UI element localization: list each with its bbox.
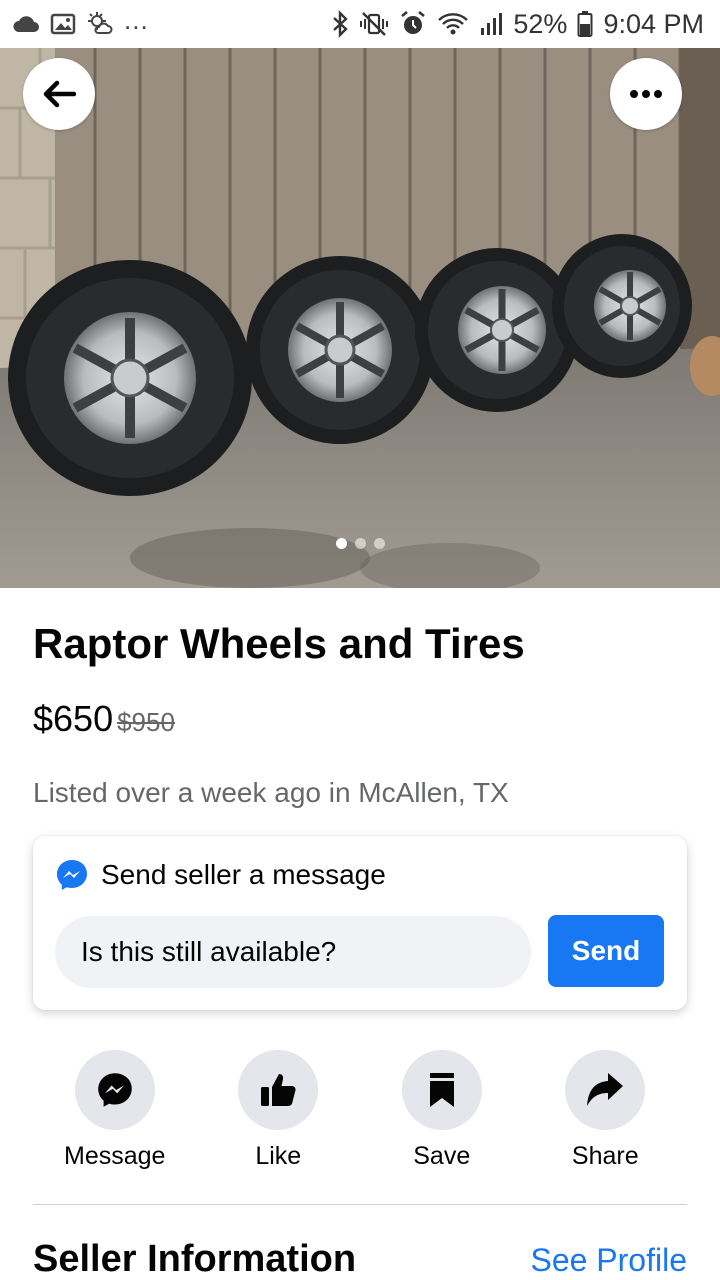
share-icon [587, 1073, 624, 1106]
tire-3 [415, 248, 579, 412]
save-action[interactable]: Save [360, 1050, 524, 1171]
seller-info-heading: Seller Information [33, 1238, 357, 1280]
signal-icon [481, 13, 503, 35]
listing-price: $650 [33, 698, 114, 739]
tire-1 [8, 260, 252, 496]
carousel-indicator [0, 538, 720, 549]
message-input[interactable] [55, 916, 531, 988]
tire-4 [552, 234, 692, 378]
message-action-button[interactable] [74, 1050, 155, 1130]
carousel-dot[interactable] [373, 538, 385, 549]
alarm-icon [401, 11, 426, 34]
listing-meta: Listed over a week ago in McAllen, TX [33, 777, 509, 808]
like-action[interactable]: Like [197, 1050, 361, 1171]
status-right: 52% 9:04 PM [331, 9, 704, 40]
listing-title: Raptor Wheels and Tires [33, 620, 525, 667]
message-card-title: Send seller a message [101, 859, 386, 890]
carousel-dot[interactable] [354, 538, 366, 549]
more-icon [630, 90, 662, 98]
send-button[interactable]: Send [548, 915, 664, 987]
image-icon [50, 13, 76, 35]
message-action-label: Message [64, 1142, 166, 1170]
share-action-label: Share [571, 1142, 639, 1170]
thumbs-up-icon [261, 1074, 296, 1106]
like-action-label: Like [255, 1142, 302, 1170]
message-action[interactable]: Message [33, 1050, 197, 1171]
more-options-button[interactable] [610, 58, 682, 130]
clock: 9:04 PM [603, 8, 704, 39]
cloud-icon [13, 16, 39, 32]
bluetooth-icon [333, 10, 349, 38]
price-row: $650 $950 [33, 698, 175, 740]
message-seller-card: Send seller a message Send [33, 836, 687, 1010]
share-action-button[interactable] [565, 1050, 646, 1130]
back-button[interactable] [23, 58, 95, 130]
listing-photo [0, 48, 720, 588]
back-arrow-icon [43, 80, 76, 108]
messenger-icon [57, 860, 87, 890]
wifi-icon [438, 13, 469, 35]
see-profile-link[interactable]: See Profile [530, 1242, 687, 1279]
like-action-button[interactable] [238, 1050, 319, 1130]
battery-icon [577, 11, 593, 37]
save-action-button[interactable] [401, 1050, 482, 1130]
save-action-label: Save [413, 1142, 471, 1170]
messenger-icon [97, 1073, 132, 1107]
action-row: Message Like Save Share [33, 1050, 687, 1171]
bookmark-icon [429, 1073, 454, 1107]
share-action[interactable]: Share [524, 1050, 688, 1171]
carousel-dot[interactable] [335, 538, 347, 549]
listing-photo-carousel[interactable] [0, 48, 720, 588]
battery-percent: 52% [513, 8, 568, 39]
vibrate-icon [360, 12, 389, 36]
tire-2 [246, 256, 434, 444]
status-left: ... [12, 5, 149, 37]
section-divider [33, 1204, 687, 1205]
weather-icon [88, 12, 113, 34]
original-price: $950 [117, 707, 175, 737]
status-overflow: ... [124, 4, 149, 35]
status-bar: ... 52% 9:04 PM [0, 0, 720, 48]
message-card-header: Send seller a message [55, 858, 386, 892]
